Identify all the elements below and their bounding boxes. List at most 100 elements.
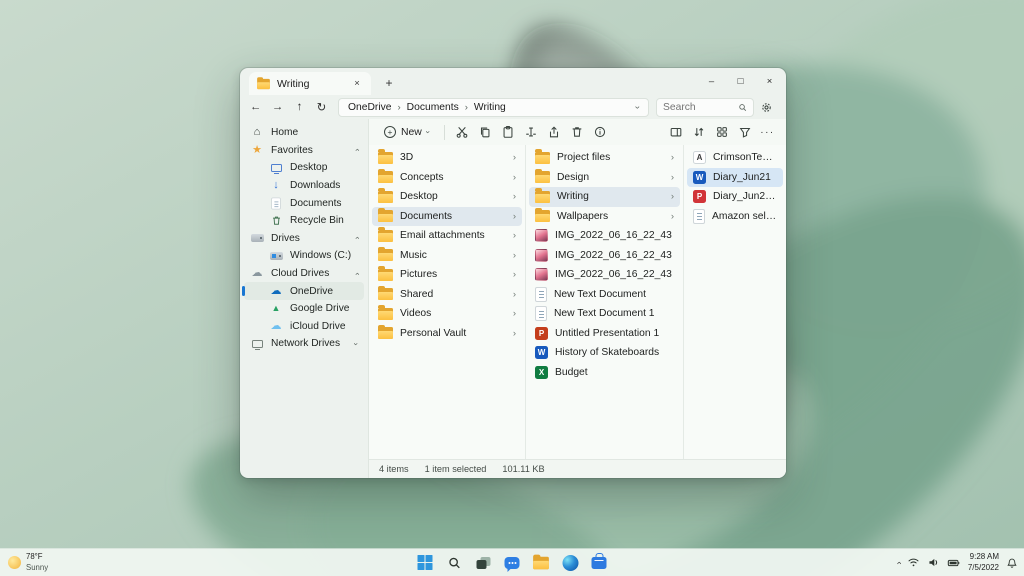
chat-button[interactable]: [503, 553, 522, 572]
file-row[interactable]: Amazon sellers newsletter: [687, 207, 783, 227]
chevron-right-icon: ›: [513, 230, 516, 241]
breadcrumb[interactable]: OneDrive › Documents › Writing ›: [338, 98, 649, 117]
sidebar-item-onedrive[interactable]: ☁ OneDrive: [244, 282, 364, 300]
status-selected-count: 1 item selected: [425, 464, 487, 474]
sidebar-item-home[interactable]: ⌂ Home: [244, 124, 364, 142]
chevron-right-icon: ›: [513, 289, 516, 300]
breadcrumb-writing[interactable]: Writing: [474, 102, 506, 113]
file-row[interactable]: Pictures›: [372, 265, 522, 285]
refresh-button[interactable]: ↻: [312, 98, 331, 117]
file-row[interactable]: Videos›: [372, 304, 522, 324]
sort-icon[interactable]: [688, 122, 709, 143]
file-row[interactable]: XBudget: [529, 363, 680, 383]
share-icon[interactable]: [544, 122, 565, 143]
sidebar-item-favorites[interactable]: ★ Favorites ›: [244, 142, 364, 160]
explorer-tab[interactable]: Writing ×: [249, 72, 371, 95]
hidden-icons-chevron[interactable]: ›: [893, 561, 903, 564]
battery-icon[interactable]: [947, 558, 961, 568]
rename-icon[interactable]: [521, 122, 542, 143]
sidebar-item-drives[interactable]: Drives ›: [244, 230, 364, 248]
window-body: ⌂ Home ★ Favorites › Desktop ↓ Downloads: [240, 119, 786, 478]
breadcrumb-onedrive[interactable]: OneDrive: [348, 102, 392, 113]
store-button[interactable]: [590, 553, 609, 572]
taskbar-search-button[interactable]: [445, 553, 464, 572]
file-row-selected[interactable]: WDiary_Jun21: [687, 168, 783, 188]
sidebar-item-icloud-drive[interactable]: ☁ iCloud Drive: [244, 318, 364, 336]
sidebar-item-recycle-bin[interactable]: Recycle Bin: [244, 212, 364, 230]
notification-bell-icon[interactable]: [1006, 557, 1018, 569]
file-row[interactable]: IMG_2022_06_16_22_43: [529, 265, 680, 285]
chevron-right-icon: ›: [513, 250, 516, 261]
paste-icon[interactable]: [498, 122, 519, 143]
copy-icon[interactable]: [475, 122, 496, 143]
new-tab-button[interactable]: +: [381, 75, 397, 91]
forward-button[interactable]: →: [268, 98, 287, 117]
sidebar-item-desktop[interactable]: Desktop: [244, 159, 364, 177]
file-row[interactable]: Desktop›: [372, 187, 522, 207]
back-button[interactable]: ←: [246, 98, 265, 117]
sidebar-item-documents[interactable]: Documents: [244, 194, 364, 212]
filter-icon[interactable]: [734, 122, 755, 143]
file-row[interactable]: PDiary_Jun21 Exported: [687, 187, 783, 207]
properties-icon[interactable]: [590, 122, 611, 143]
file-row[interactable]: Design›: [529, 168, 680, 188]
start-button[interactable]: [416, 553, 435, 572]
file-row[interactable]: IMG_2022_06_16_22_43: [529, 226, 680, 246]
edge-button[interactable]: [561, 553, 580, 572]
task-view-button[interactable]: [474, 553, 493, 572]
sidebar-item-network-drives[interactable]: Network Drives ›: [244, 335, 364, 353]
delete-icon[interactable]: [567, 122, 588, 143]
file-row-selected[interactable]: Writing›: [529, 187, 680, 207]
sidebar-item-windows-c[interactable]: Windows (C:): [244, 247, 364, 265]
sidebar-item-downloads[interactable]: ↓ Downloads: [244, 177, 364, 195]
details-pane-icon[interactable]: [665, 122, 686, 143]
view-icon[interactable]: [711, 122, 732, 143]
file-row[interactable]: New Text Document 1: [529, 304, 680, 324]
tab-close-icon[interactable]: ×: [350, 77, 364, 91]
chevron-up-icon[interactable]: ›: [352, 237, 362, 240]
file-row[interactable]: ACrimsonText-Regular: [687, 148, 783, 168]
new-button[interactable]: + New ›: [377, 122, 437, 143]
file-row[interactable]: Shared›: [372, 285, 522, 305]
sidebar-item-cloud-drives[interactable]: ☁ Cloud Drives ›: [244, 265, 364, 283]
file-row[interactable]: Music›: [372, 246, 522, 266]
main-pane: + New ›: [368, 119, 786, 478]
chevron-up-icon[interactable]: ›: [352, 272, 362, 275]
file-row[interactable]: IMG_2022_06_16_22_43: [529, 246, 680, 266]
file-row[interactable]: New Text Document: [529, 285, 680, 305]
minimize-button[interactable]: –: [697, 68, 726, 94]
search-input[interactable]: [663, 102, 734, 113]
volume-icon[interactable]: [927, 557, 940, 568]
file-row[interactable]: PUntitled Presentation 1: [529, 324, 680, 344]
wifi-icon[interactable]: [907, 557, 920, 568]
file-row[interactable]: Personal Vault›: [372, 324, 522, 344]
file-explorer-button[interactable]: [532, 553, 551, 572]
file-row[interactable]: Email attachments›: [372, 226, 522, 246]
address-dropdown-icon[interactable]: ›: [632, 105, 643, 108]
breadcrumb-documents[interactable]: Documents: [407, 102, 459, 113]
sidebar-item-google-drive[interactable]: ▲ Google Drive: [244, 300, 364, 318]
file-row[interactable]: 3D›: [372, 148, 522, 168]
cut-icon[interactable]: [452, 122, 473, 143]
close-button[interactable]: ×: [755, 68, 784, 94]
chevron-up-icon[interactable]: ›: [352, 149, 362, 152]
file-row[interactable]: WHistory of Skateboards: [529, 343, 680, 363]
columns-view: 3D› Concepts› Desktop› Documents› Email …: [369, 145, 786, 459]
titlebar[interactable]: Writing × + – □ ×: [240, 68, 786, 95]
file-row-selected[interactable]: Documents›: [372, 207, 522, 227]
more-icon[interactable]: ···: [757, 122, 778, 143]
sidebar: ⌂ Home ★ Favorites › Desktop ↓ Downloads: [240, 119, 368, 478]
settings-gear-icon[interactable]: [757, 98, 776, 117]
chevron-down-icon[interactable]: ›: [352, 343, 362, 346]
file-row[interactable]: Project files›: [529, 148, 680, 168]
icloud-icon: ☁: [269, 321, 283, 332]
chevron-right-icon: ›: [671, 211, 674, 222]
file-row[interactable]: Concepts›: [372, 168, 522, 188]
network-icon: [250, 340, 264, 348]
weather-widget[interactable]: 78°F Sunny: [8, 552, 48, 572]
up-button[interactable]: ↑: [290, 98, 309, 117]
chevron-right-icon: ›: [398, 102, 401, 113]
taskbar-clock[interactable]: 9:28 AM 7/5/2022: [968, 552, 999, 573]
file-row[interactable]: Wallpapers›: [529, 207, 680, 227]
maximize-button[interactable]: □: [726, 68, 755, 94]
